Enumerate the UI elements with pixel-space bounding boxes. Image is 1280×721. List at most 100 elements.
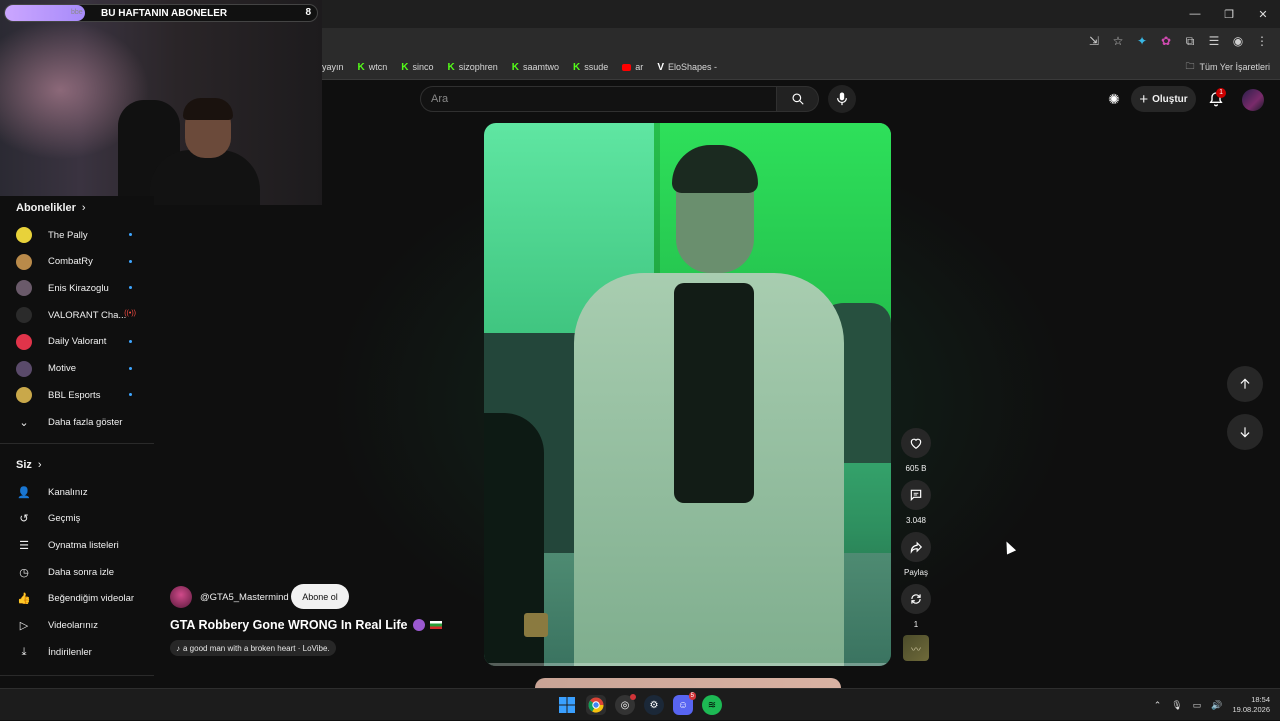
youtube-icon: [622, 63, 632, 71]
bookmark-item[interactable]: ar: [622, 62, 643, 72]
subscription-item[interactable]: Daily Valorant: [16, 331, 136, 353]
channel-avatar[interactable]: [170, 586, 192, 608]
tray-expand-icon[interactable]: ⌃: [1154, 700, 1162, 711]
subscription-item[interactable]: BBL Esports: [16, 384, 136, 406]
you-item[interactable]: ↺ Geçmiş: [16, 508, 136, 530]
remix-icon: [911, 594, 921, 604]
extension-icon[interactable]: ✿: [1156, 31, 1176, 51]
subscriptions-heading[interactable]: Abonelikler ›: [16, 202, 86, 214]
taskbar-apps: ◎ ⚙ ☺ 5 ≋: [557, 689, 722, 721]
video-progress-bar[interactable]: [488, 663, 887, 666]
extensions-puzzle-icon[interactable]: ⧉: [1180, 31, 1200, 51]
comment-button[interactable]: [901, 480, 931, 510]
you-item[interactable]: ◷ Daha sonra izle: [16, 561, 136, 583]
bookmark-star-icon[interactable]: ☆: [1108, 31, 1128, 51]
windows-taskbar: ◎ ⚙ ☺ 5 ≋ ⌃ 🎙 ▭ 🔊 18:54 19.08.2026: [0, 688, 1280, 720]
subscribe-button[interactable]: Abone ol: [291, 584, 349, 609]
discord-icon[interactable]: ☺ 5: [673, 692, 696, 715]
search-button[interactable]: [777, 86, 819, 112]
display-icon[interactable]: ▭: [1193, 700, 1202, 711]
sound-icon: 〰: [911, 644, 921, 656]
like-button[interactable]: [901, 428, 931, 458]
notifications-button[interactable]: 1: [1205, 88, 1227, 110]
create-button[interactable]: + Oluştur: [1131, 86, 1196, 112]
spotify-icon[interactable]: ≋: [702, 695, 722, 715]
new-content-dot: [129, 393, 132, 397]
subscription-item[interactable]: The Pally: [16, 224, 136, 246]
subscription-item[interactable]: CombatRy: [16, 251, 136, 273]
clock[interactable]: 18:54 19.08.2026: [1232, 695, 1270, 715]
ai-sparkle-icon[interactable]: ✺: [1105, 90, 1123, 108]
subscription-name: BBL Esports: [48, 389, 101, 401]
share-action[interactable]: Paylaş: [900, 532, 932, 577]
search-placeholder: Ara: [431, 93, 449, 105]
bookmark-item[interactable]: Ksaamtwo: [512, 62, 559, 73]
subscription-name: Enis Kirazoglu: [48, 282, 109, 294]
minimize-icon[interactable]: —: [1178, 0, 1212, 28]
bookmark-item[interactable]: yayın: [322, 62, 344, 72]
you-item-label: Daha sonra izle: [48, 566, 115, 578]
clock-time: 18:54: [1251, 695, 1270, 704]
video-icon: ▷: [19, 620, 29, 632]
you-item[interactable]: ⤓ İndirilenler: [16, 641, 136, 663]
you-item[interactable]: 👍 Beğendiğim videolar: [16, 588, 136, 610]
reading-list-icon[interactable]: ☰: [1204, 31, 1224, 51]
restore-icon[interactable]: ❐: [1212, 0, 1246, 28]
you-item[interactable]: ☰ Oynatma listeleri: [16, 534, 136, 556]
show-more-label: Daha fazla göster: [48, 416, 123, 428]
search-input[interactable]: Ara: [420, 86, 777, 112]
kick-icon: K: [447, 61, 455, 73]
obs-icon[interactable]: ◎: [615, 694, 636, 715]
channel-name[interactable]: @GTA5_Mastermind: [200, 592, 289, 603]
previous-short-button[interactable]: [1227, 366, 1263, 402]
comment-action[interactable]: 3.048: [900, 480, 932, 525]
install-app-icon[interactable]: ⇲: [1084, 31, 1104, 51]
system-tray: ⌃ 🎙 ▭ 🔊 18:54 19.08.2026: [1154, 689, 1270, 721]
channel-avatar: [16, 253, 32, 270]
channel-avatar: [16, 360, 32, 377]
sound-thumbnail[interactable]: 〰: [903, 635, 929, 661]
remix-button[interactable]: [901, 584, 931, 614]
voice-search-button[interactable]: [828, 85, 856, 113]
show-more-button[interactable]: ⌄ Daha fazla göster: [16, 411, 136, 433]
bookmark-item[interactable]: Kwtcn: [358, 62, 388, 73]
bookmark-item[interactable]: Kssude: [573, 62, 608, 73]
profile-icon[interactable]: ◉: [1228, 31, 1248, 51]
bookmark-label: saamtwo: [523, 62, 560, 72]
account-avatar[interactable]: [1242, 89, 1264, 111]
clock-date: 19.08.2026: [1232, 705, 1270, 714]
music-chip[interactable]: ♪ a good man with a broken heart · LoVib…: [170, 640, 336, 656]
all-bookmarks[interactable]: 🗀 Tüm Yer İşaretleri: [1185, 54, 1270, 80]
bookmark-item[interactable]: Ksinco: [401, 62, 433, 73]
bookmark-item[interactable]: V EloShapes -: [657, 62, 717, 73]
close-icon[interactable]: ✕: [1246, 0, 1280, 28]
you-item[interactable]: ▷ Videolarınız: [16, 615, 136, 637]
you-item[interactable]: 👤 Kanalınız: [16, 481, 136, 503]
steam-icon[interactable]: ⚙: [644, 695, 664, 715]
new-content-dot: [129, 259, 132, 263]
remix-action[interactable]: 1: [900, 584, 932, 629]
microphone-icon[interactable]: 🎙: [1171, 700, 1182, 711]
shorts-video-player[interactable]: [484, 123, 891, 666]
channel-avatar: [16, 280, 32, 297]
windows-start-icon[interactable]: [557, 695, 577, 715]
subscription-item[interactable]: Enis Kirazoglu: [16, 277, 136, 299]
kebab-menu-icon[interactable]: ⋮: [1252, 31, 1272, 51]
chrome-icon[interactable]: [586, 695, 606, 715]
all-bookmarks-label: Tüm Yer İşaretleri: [1199, 62, 1270, 72]
next-short-button[interactable]: [1227, 414, 1263, 450]
extension-icon[interactable]: ✦: [1132, 31, 1152, 51]
subscription-item[interactable]: VALORANT Cha... ((•)): [16, 304, 136, 326]
plus-icon: +: [1139, 90, 1149, 108]
video-car-light: [524, 613, 548, 637]
flag-emoji-icon: [429, 621, 442, 629]
subscriber-goal-banner: bbe BU HAFTANIN ABONELER 8: [4, 4, 318, 22]
chevron-down-icon: ⌄: [19, 416, 29, 429]
channel-avatar: [16, 387, 32, 404]
subscription-item[interactable]: Motive: [16, 358, 136, 380]
volume-icon[interactable]: 🔊: [1211, 700, 1222, 711]
like-action[interactable]: 605 B: [900, 428, 932, 473]
bookmark-item[interactable]: Ksizophren: [448, 62, 498, 73]
you-heading[interactable]: Siz ›: [16, 459, 42, 471]
share-button[interactable]: [901, 532, 931, 562]
